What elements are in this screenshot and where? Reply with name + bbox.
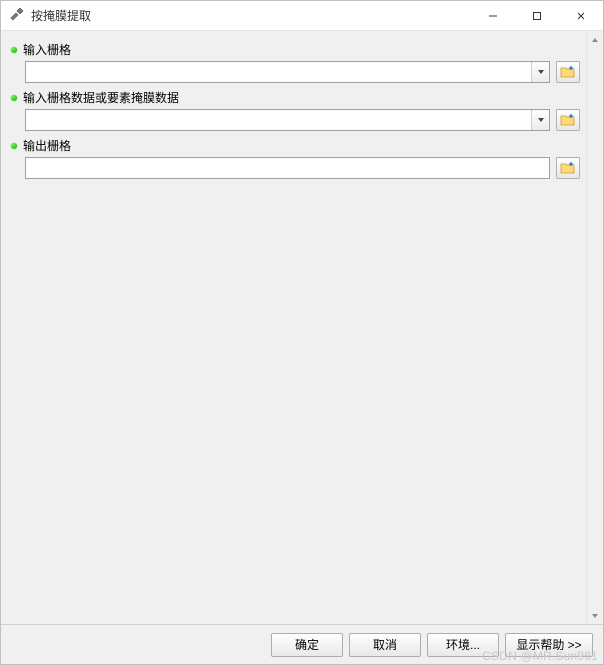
dropdown-button[interactable] [531, 110, 549, 130]
form-panel: 输入栅格 [1, 31, 586, 624]
cancel-button[interactable]: 取消 [349, 633, 421, 657]
browse-button[interactable] [556, 157, 580, 179]
scroll-track[interactable] [587, 48, 603, 607]
field-label: 输入栅格 [11, 41, 580, 58]
close-button[interactable] [559, 1, 603, 31]
scroll-up-button[interactable] [587, 31, 603, 48]
ok-button[interactable]: 确定 [271, 633, 343, 657]
label-text: 输入栅格数据或要素掩膜数据 [23, 89, 179, 106]
browse-button[interactable] [556, 109, 580, 131]
input-raster-combo[interactable] [25, 61, 550, 83]
watermark-text: CSDN @MR.Sun961 [482, 649, 598, 663]
mask-data-combo[interactable] [25, 109, 550, 131]
field-mask-data: 输入栅格数据或要素掩膜数据 [11, 89, 580, 131]
hammer-icon [9, 8, 25, 24]
vertical-scrollbar[interactable] [586, 31, 603, 624]
window-controls [471, 1, 603, 30]
mask-data-input[interactable] [26, 110, 531, 130]
window-title: 按掩膜提取 [31, 7, 471, 24]
output-raster-input[interactable] [26, 158, 549, 178]
browse-button[interactable] [556, 61, 580, 83]
output-raster-box[interactable] [25, 157, 550, 179]
dropdown-button[interactable] [531, 62, 549, 82]
input-raster-input[interactable] [26, 62, 531, 82]
scroll-down-button[interactable] [587, 607, 603, 624]
required-bullet-icon [11, 95, 17, 101]
required-bullet-icon [11, 47, 17, 53]
required-bullet-icon [11, 143, 17, 149]
minimize-button[interactable] [471, 1, 515, 31]
dialog-window: 按掩膜提取 输入栅格 [0, 0, 604, 665]
label-text: 输入栅格 [23, 41, 71, 58]
field-label: 输入栅格数据或要素掩膜数据 [11, 89, 580, 106]
field-output-raster: 输出栅格 [11, 137, 580, 179]
label-text: 输出栅格 [23, 137, 71, 154]
titlebar[interactable]: 按掩膜提取 [1, 1, 603, 31]
content-area: 输入栅格 [1, 31, 603, 624]
field-input-raster: 输入栅格 [11, 41, 580, 83]
field-label: 输出栅格 [11, 137, 580, 154]
maximize-button[interactable] [515, 1, 559, 31]
